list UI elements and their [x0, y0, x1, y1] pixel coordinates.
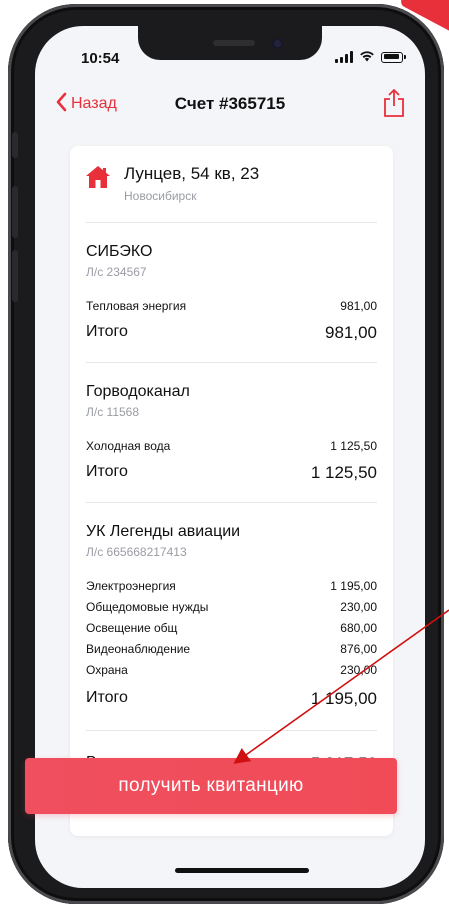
nav-bar: Назад Счет #365715	[35, 88, 425, 128]
camera	[272, 38, 283, 49]
provider-total: Итого 1 125,50	[86, 463, 377, 483]
line-item-label: Холодная вода	[86, 439, 171, 453]
stage: 10:54 Назад Счет #365715 Лунцев, 54 кв, …	[0, 0, 449, 906]
total-value: 1 125,50	[310, 463, 377, 482]
address-block: Лунцев, 54 кв, 23 Новосибирск	[86, 164, 259, 203]
get-receipt-button[interactable]: получить квитанцию	[25, 758, 397, 814]
total-label: Итого	[86, 463, 128, 480]
line-item-amount: 1 195,00	[330, 579, 377, 593]
line-item-label: Охрана	[86, 663, 128, 677]
total-label: Итого	[86, 323, 128, 340]
divider	[86, 730, 377, 731]
wifi-icon	[359, 50, 375, 64]
share-button[interactable]	[381, 88, 407, 118]
line-item-label: Видеонаблюдение	[86, 642, 191, 656]
provider-account: Л/с 665668217413	[86, 545, 187, 559]
line-item-label: Тепловая энергия	[86, 299, 187, 313]
line-item: Холодная вода 1 125,50	[86, 439, 377, 453]
signal-icon	[335, 51, 353, 63]
mute-switch	[12, 132, 18, 158]
line-item-label: Освещение общ	[86, 621, 178, 635]
total-value: 1 195,00	[310, 689, 377, 708]
line-item-amount: 680,00	[340, 621, 377, 635]
provider-block: СИБЭКО Л/с 234567 Тепловая энергия 981,0…	[86, 243, 377, 353]
line-item: Освещение общ 680,00	[86, 621, 377, 635]
total-label: Итого	[86, 689, 128, 706]
total-value: 981,00	[325, 323, 377, 342]
line-item: Тепловая энергия 981,00	[86, 299, 377, 313]
provider-account: Л/с 234567	[86, 265, 147, 279]
divider	[86, 502, 377, 503]
provider-total: Итого 1 195,00	[86, 689, 377, 709]
line-item-label: Электроэнергия	[86, 579, 176, 593]
battery-icon	[381, 51, 406, 63]
status-time: 10:54	[81, 50, 120, 67]
home-indicator	[175, 868, 309, 873]
divider	[86, 222, 377, 223]
line-item: Охрана 230,00	[86, 663, 377, 677]
provider-block: УК Легенды авиации Л/с 665668217413 Элек…	[86, 523, 377, 733]
page-title: Счет #365715	[174, 94, 286, 113]
notch	[138, 26, 322, 60]
line-item-amount: 981,00	[340, 299, 377, 313]
line-item-label: Общедомовые нужды	[86, 600, 209, 614]
volume-up-button	[12, 186, 18, 238]
provider-name: СИБЭКО	[86, 243, 153, 260]
speaker	[213, 40, 255, 46]
divider	[86, 362, 377, 363]
provider-account: Л/с 11568	[86, 405, 140, 419]
line-item-amount: 1 125,50	[330, 439, 377, 453]
line-item-amount: 230,00	[340, 663, 377, 677]
share-icon	[384, 89, 404, 117]
line-item: Общедомовые нужды 230,00	[86, 600, 377, 614]
line-item-amount: 876,00	[340, 642, 377, 656]
provider-total: Итого 981,00	[86, 323, 377, 343]
provider-name: УК Легенды авиации	[86, 523, 241, 540]
line-item: Видеонаблюдение 876,00	[86, 642, 377, 656]
bill-card: Лунцев, 54 кв, 23 Новосибирск СИБЭКО Л/с…	[70, 146, 393, 836]
line-item-amount: 230,00	[340, 600, 377, 614]
provider-block: Горводоканал Л/с 11568 Холодная вода 1 1…	[86, 383, 377, 493]
address-city: Новосибирск	[124, 189, 197, 203]
address-line: Лунцев, 54 кв, 23	[124, 164, 260, 183]
line-item: Электроэнергия 1 195,00	[86, 579, 377, 593]
status-icons	[335, 50, 406, 64]
volume-down-button	[12, 250, 18, 302]
home-icon	[86, 166, 110, 188]
provider-name: Горводоканал	[86, 383, 190, 400]
